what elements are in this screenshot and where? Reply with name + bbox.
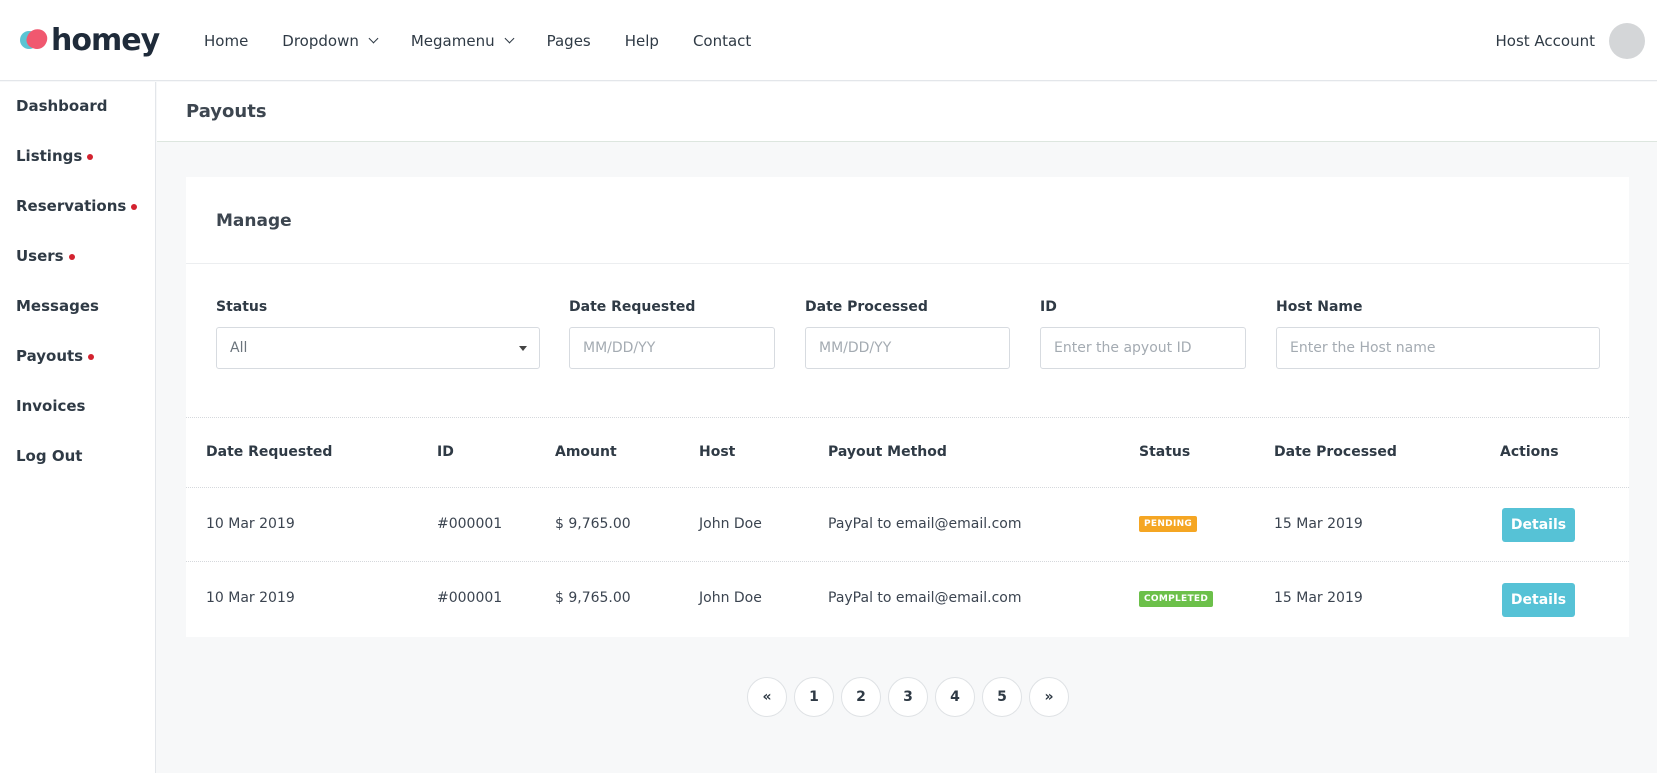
sidebar-item-label: Log Out (16, 447, 83, 465)
pagination-next-button[interactable]: » (1029, 677, 1069, 717)
row-divider (186, 561, 1629, 562)
status-filter-label: Status (216, 299, 268, 315)
cell-amount: $ 9,765.00 (555, 516, 631, 532)
sidebar-item-reservations[interactable]: Reservations (16, 197, 138, 215)
sidebar-item-messages[interactable]: Messages (16, 297, 99, 315)
pagination: « 1 2 3 4 5 » (747, 677, 1076, 717)
column-header-date-requested: Date Requested (206, 444, 333, 460)
page-title-bar: Payouts (157, 82, 1657, 142)
pagination-prev-button[interactable]: « (747, 677, 787, 717)
notification-dot-icon (88, 354, 95, 360)
pagination-page-1[interactable]: 1 (794, 677, 834, 717)
avatar[interactable] (1609, 23, 1645, 59)
status-select-value: All (230, 340, 248, 356)
sidebar-item-payouts[interactable]: Payouts (16, 347, 95, 365)
id-field (1040, 327, 1246, 369)
payouts-card: Manage Status All Date Requested Date Pr… (186, 177, 1629, 637)
nav-item-megamenu[interactable]: Megamenu (410, 31, 515, 50)
cell-payout-method: PayPal to email@email.com (828, 516, 1022, 532)
column-header-date-processed: Date Processed (1274, 444, 1397, 460)
homey-logo-icon (20, 26, 50, 53)
column-header-status: Status (1139, 444, 1191, 460)
nav-item-home[interactable]: Home (204, 32, 248, 50)
sidebar: Dashboard Listings Reservations Users Me… (0, 82, 156, 773)
nav-item-label: Dropdown (282, 31, 359, 50)
pagination-page-5[interactable]: 5 (982, 677, 1022, 717)
sidebar-item-logout[interactable]: Log Out (16, 447, 82, 465)
nav-item-label: Megamenu (410, 31, 495, 50)
cell-host: John Doe (699, 516, 762, 532)
main-nav: Home Dropdown Megamenu Pages Help Contac… (204, 0, 785, 81)
brand-name: homey (51, 22, 160, 58)
nav-item-contact[interactable]: Contact (693, 32, 751, 50)
nav-item-pages[interactable]: Pages (547, 32, 591, 50)
pagination-page-3[interactable]: 3 (888, 677, 928, 717)
sidebar-item-label: Reservations (16, 197, 127, 215)
details-button[interactable]: Details (1502, 508, 1575, 542)
cell-payout-method: PayPal to email@email.com (828, 590, 1022, 606)
nav-item-dropdown[interactable]: Dropdown (282, 31, 379, 50)
column-header-actions: Actions (1500, 444, 1559, 460)
cell-date-processed: 15 Mar 2019 (1274, 516, 1363, 532)
cell-id: #000001 (437, 516, 503, 532)
payout-id-input[interactable] (1054, 340, 1245, 356)
date-requested-label: Date Requested (569, 299, 696, 315)
card-header: Manage (186, 177, 1629, 264)
date-requested-input[interactable] (583, 340, 774, 356)
cell-host: John Doe (699, 590, 762, 606)
table-divider (186, 417, 1629, 418)
nav-item-label: Pages (546, 31, 591, 50)
top-navbar: homey Home Dropdown Megamenu Pages Help … (0, 0, 1657, 81)
page-title: Payouts (186, 101, 267, 122)
status-badge: PENDING (1139, 516, 1198, 532)
host-account-link[interactable]: Host Account (1496, 0, 1596, 81)
notification-dot-icon (68, 254, 75, 260)
column-header-amount: Amount (555, 444, 617, 460)
cell-id: #000001 (437, 590, 503, 606)
date-processed-input[interactable] (819, 340, 1009, 356)
cell-date-requested: 10 Mar 2019 (206, 516, 295, 532)
nav-item-help[interactable]: Help (625, 32, 659, 50)
nav-item-label: Contact (692, 31, 752, 50)
notification-dot-icon (131, 204, 138, 210)
date-processed-label: Date Processed (805, 299, 928, 315)
date-processed-field (805, 327, 1010, 369)
cell-amount: $ 9,765.00 (555, 590, 631, 606)
id-filter-label: ID (1040, 299, 1057, 315)
sidebar-item-label: Invoices (16, 397, 86, 415)
status-select[interactable]: All (216, 327, 540, 369)
cell-date-requested: 10 Mar 2019 (206, 590, 295, 606)
caret-down-icon (519, 346, 527, 351)
pagination-page-2[interactable]: 2 (841, 677, 881, 717)
sidebar-item-label: Listings (16, 147, 83, 165)
cell-date-processed: 15 Mar 2019 (1274, 590, 1363, 606)
host-name-label: Host Name (1276, 299, 1363, 315)
sidebar-item-label: Payouts (16, 347, 84, 365)
sidebar-item-invoices[interactable]: Invoices (16, 397, 85, 415)
sidebar-item-label: Dashboard (16, 97, 108, 115)
brand-logo[interactable]: homey (20, 20, 160, 60)
host-name-field (1276, 327, 1600, 369)
sidebar-item-listings[interactable]: Listings (16, 147, 94, 165)
sidebar-item-label: Users (16, 247, 64, 265)
manage-title: Manage (216, 211, 292, 231)
sidebar-item-dashboard[interactable]: Dashboard (16, 97, 107, 115)
details-button[interactable]: Details (1502, 583, 1575, 617)
nav-item-label: Help (624, 31, 659, 50)
date-requested-field (569, 327, 775, 369)
column-header-payout-method: Payout Method (828, 444, 947, 460)
chevron-down-icon (504, 33, 515, 44)
row-divider (186, 487, 1629, 488)
column-header-id: ID (437, 444, 454, 460)
sidebar-item-label: Messages (16, 297, 99, 315)
status-badge: COMPLETED (1139, 591, 1214, 607)
nav-item-label: Home (204, 31, 249, 50)
host-name-input[interactable] (1290, 340, 1599, 356)
chevron-down-icon (368, 33, 379, 44)
column-header-host: Host (699, 444, 736, 460)
pagination-page-4[interactable]: 4 (935, 677, 975, 717)
sidebar-item-users[interactable]: Users (16, 247, 75, 265)
notification-dot-icon (87, 154, 94, 160)
